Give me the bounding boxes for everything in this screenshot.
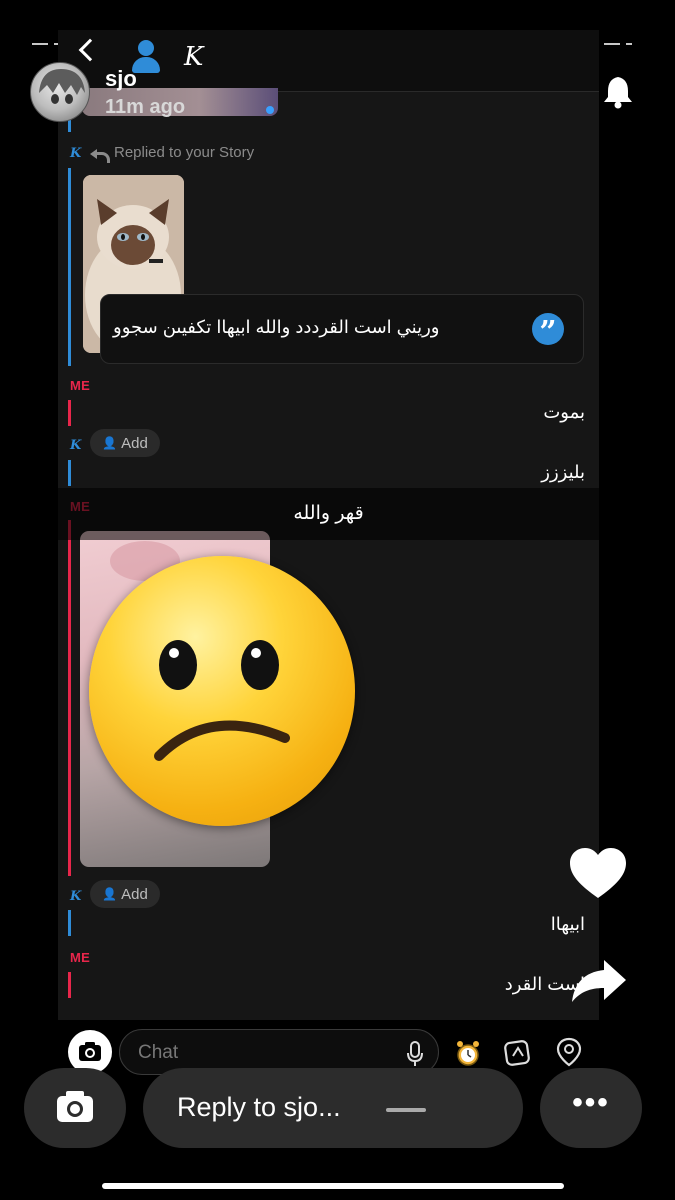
thread-bar	[68, 460, 71, 486]
thread-bar	[68, 520, 71, 876]
reply-placeholder: Reply to sjo...	[177, 1092, 341, 1122]
bell-icon[interactable]	[602, 75, 634, 109]
more-dots-icon: •••	[572, 1086, 610, 1119]
avatar[interactable]	[30, 62, 90, 122]
sender-tag-me: ME	[70, 378, 91, 393]
replied-to-story-label: Replied to your Story	[90, 144, 254, 163]
sender-tag-k: K	[70, 438, 82, 453]
add-friend-button[interactable]: 👤 Add	[90, 880, 160, 908]
message-text: ابيهاا	[550, 914, 585, 934]
add-person-icon: 👤	[102, 436, 118, 450]
story-camera-button[interactable]	[24, 1068, 126, 1148]
contact-name: K	[184, 42, 204, 72]
reply-input[interactable]: Reply to sjo...	[143, 1068, 523, 1148]
story-caption: قهر والله	[293, 503, 364, 524]
message-text: بليززز	[541, 462, 585, 482]
location-pin-icon[interactable]	[553, 1036, 585, 1068]
thread-bar	[68, 168, 71, 366]
thread-bar	[68, 910, 71, 936]
sender-tag-k: K	[70, 889, 82, 904]
add-friend-button[interactable]: 👤 Add	[90, 429, 160, 457]
thread-bar	[68, 400, 71, 426]
story-timestamp: 11m ago	[105, 96, 186, 118]
home-indicator	[102, 1183, 564, 1189]
timer-icon[interactable]	[452, 1036, 484, 1068]
microphone-icon[interactable]	[406, 1041, 424, 1067]
quoted-reply-card[interactable]: وريني است القرددد والله ابيهاا تكفيىن سج…	[100, 294, 584, 364]
back-chevron-icon	[78, 38, 102, 62]
text-cursor-line	[386, 1108, 426, 1112]
story-caption-bar: قهر والله	[58, 488, 599, 540]
add-person-icon: 👤	[102, 887, 118, 901]
more-options-button[interactable]: •••	[540, 1068, 642, 1148]
sender-tag-k: K	[70, 146, 82, 161]
chat-placeholder: Chat	[138, 1042, 179, 1063]
sender-tag-me: ME	[70, 950, 91, 965]
sticker-icon[interactable]	[502, 1036, 534, 1068]
story-username[interactable]: sjo	[105, 66, 137, 92]
thread-bar	[68, 972, 71, 998]
heart-icon[interactable]	[568, 846, 628, 901]
message-text: بموت	[543, 402, 585, 422]
share-icon[interactable]	[570, 958, 628, 1004]
quoted-reply-text: وريني است القرددد والله ابيهاا تكفيىن سج…	[113, 317, 440, 337]
chat-header: K	[58, 30, 599, 92]
quote-icon: ”	[532, 313, 564, 350]
confused-face-sticker	[89, 556, 355, 826]
reply-arrow-icon	[90, 146, 110, 163]
camera-icon	[57, 1091, 93, 1122]
